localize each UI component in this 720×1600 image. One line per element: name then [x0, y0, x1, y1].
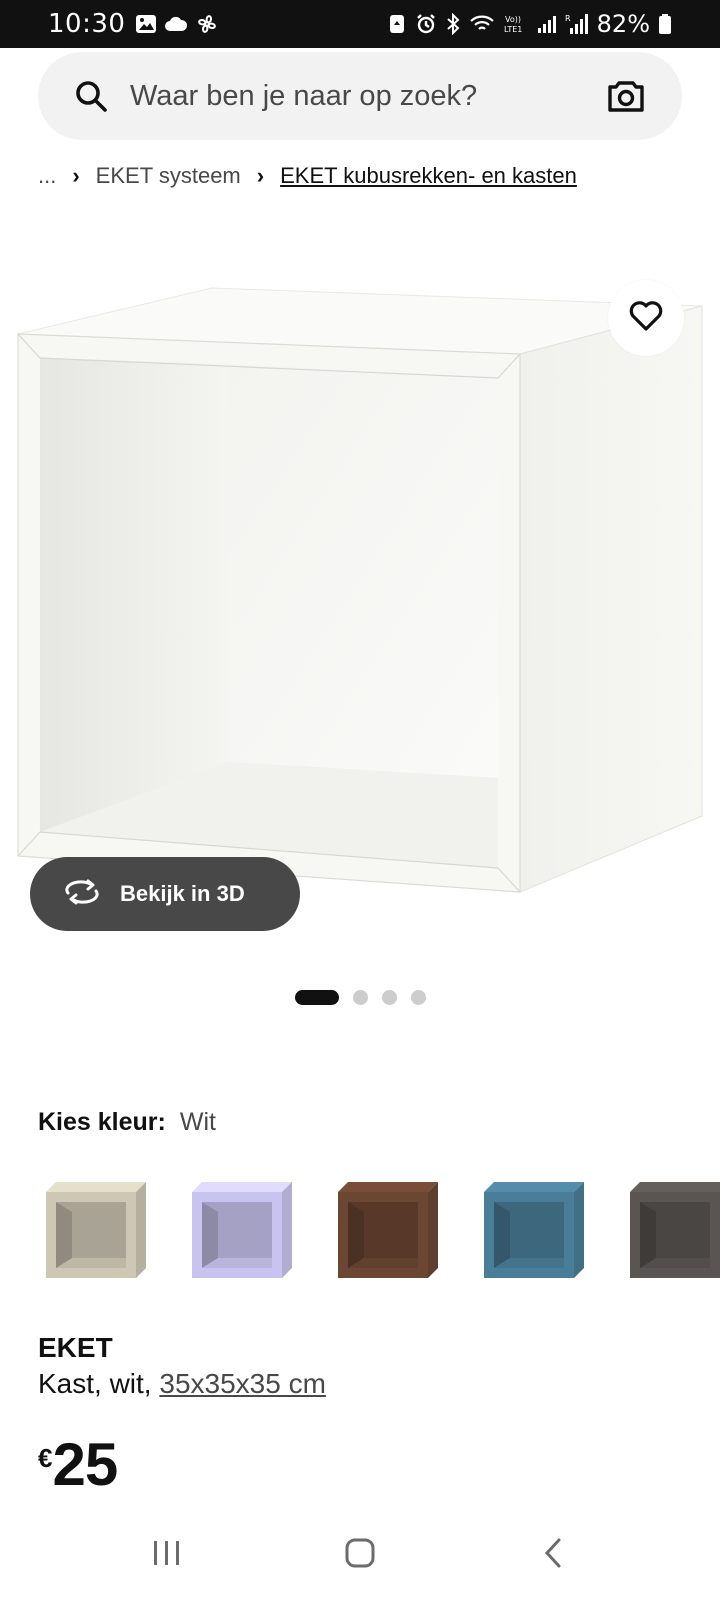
camera-icon[interactable]: [606, 76, 646, 116]
battery-icon: [658, 13, 672, 35]
search-icon[interactable]: [72, 77, 110, 115]
colour-swatches: [38, 1172, 720, 1292]
breadcrumb-item-kubusrekken[interactable]: EKET kubusrekken- en kasten: [280, 163, 577, 189]
swatch-face-0: [338, 1182, 438, 1192]
breadcrumb-item-eket-systeem[interactable]: EKET systeem: [96, 163, 241, 189]
colour-label: Kies kleur:: [38, 1108, 166, 1136]
breadcrumb: ... › EKET systeem › EKET kubusrekken- e…: [38, 163, 577, 189]
price-amount: 25: [52, 1431, 118, 1498]
home-button[interactable]: [320, 1525, 400, 1585]
swatch-face-4: [640, 1202, 656, 1268]
product-dimensions-link[interactable]: 35x35x35 cm: [159, 1368, 326, 1399]
colour-value: Wit: [179, 1108, 216, 1136]
status-left-icons: [135, 12, 219, 36]
recycle-icon: [387, 13, 407, 35]
pagination-dot-4[interactable]: [410, 990, 426, 1005]
wifi-icon: [469, 14, 495, 34]
alarm-icon: [415, 13, 437, 35]
rotate-3d-icon: [62, 879, 102, 910]
swatch-face-1: [574, 1182, 584, 1278]
colour-swatch-cube-lilac: [192, 1182, 292, 1278]
view-in-3d-label: Bekijk in 3D: [120, 881, 245, 906]
svg-text:LTE1: LTE1: [504, 25, 522, 34]
colour-swatch-cube-blue: [484, 1182, 584, 1278]
back-icon: [542, 1537, 564, 1574]
search-bar[interactable]: [38, 52, 682, 140]
gallery-icon: [135, 13, 157, 35]
swatch-face-4: [202, 1202, 218, 1268]
colour-selector-heading: Kies kleur: Wit: [38, 1108, 216, 1137]
product-image[interactable]: [0, 270, 720, 930]
status-bar: 10:30 Vo)) LTE1 R 82%: [0, 0, 720, 48]
pagination-dot-2[interactable]: [352, 990, 368, 1005]
signal-icon: [537, 14, 557, 34]
swatch-face-4: [494, 1202, 510, 1268]
swatch-face-1: [428, 1182, 438, 1278]
swatch-face-1: [282, 1182, 292, 1278]
breadcrumb-separator: ›: [256, 163, 265, 188]
swatch-face-4: [56, 1202, 72, 1268]
svg-text:R: R: [565, 14, 571, 23]
swatch-face-0: [46, 1182, 146, 1192]
price-currency: €: [38, 1443, 53, 1473]
product-price: € 25: [38, 1431, 118, 1498]
fan-icon: [195, 12, 219, 36]
pagination-dot-3[interactable]: [381, 990, 397, 1005]
breadcrumb-separator: ›: [72, 163, 80, 188]
breadcrumb-ellipsis[interactable]: ...: [38, 163, 56, 189]
colour-swatch-cube-walnut: [338, 1182, 438, 1278]
swatch-face-1: [136, 1182, 146, 1278]
recent-apps-button[interactable]: [127, 1525, 207, 1585]
signal-roaming-icon: R: [565, 13, 589, 35]
status-right: Vo)) LTE1 R 82%: [387, 10, 672, 38]
bluetooth-icon: [445, 13, 461, 35]
swatch-face-4: [348, 1202, 364, 1268]
swatch-face-0: [630, 1182, 720, 1192]
swatch-face-0: [484, 1182, 584, 1192]
colour-swatch-dark-grey[interactable]: [622, 1172, 720, 1288]
pagination-dot-1[interactable]: [294, 990, 339, 1005]
status-left: 10:30: [48, 9, 219, 39]
colour-swatch-blue[interactable]: [476, 1172, 592, 1288]
svg-text:Vo)): Vo)): [505, 15, 521, 24]
system-navigation-bar: [0, 1510, 720, 1600]
lte-icon: Vo)) LTE1: [503, 13, 529, 35]
swatch-face-0: [192, 1182, 292, 1192]
recent-apps-icon: [151, 1539, 183, 1572]
home-icon: [344, 1537, 376, 1574]
favorite-button[interactable]: [608, 280, 684, 356]
search-input[interactable]: [130, 79, 606, 113]
status-time: 10:30: [48, 9, 126, 39]
colour-swatch-lilac[interactable]: [184, 1172, 300, 1288]
colour-swatch-cube-dark-grey: [630, 1182, 720, 1278]
colour-swatch-beige[interactable]: [38, 1172, 154, 1288]
product-description-text: Kast, wit,: [38, 1368, 160, 1399]
back-button[interactable]: [513, 1525, 593, 1585]
view-in-3d-button[interactable]: Bekijk in 3D: [30, 857, 300, 931]
cloud-icon: [165, 16, 188, 32]
product-name: EKET: [38, 1332, 113, 1363]
image-pagination: [0, 990, 720, 1005]
colour-swatch-walnut[interactable]: [330, 1172, 446, 1288]
battery-percent: 82%: [596, 10, 650, 38]
colour-swatch-cube-beige: [46, 1182, 146, 1278]
heart-icon: [628, 300, 664, 337]
product-description: Kast, wit, 35x35x35 cm: [38, 1368, 326, 1400]
